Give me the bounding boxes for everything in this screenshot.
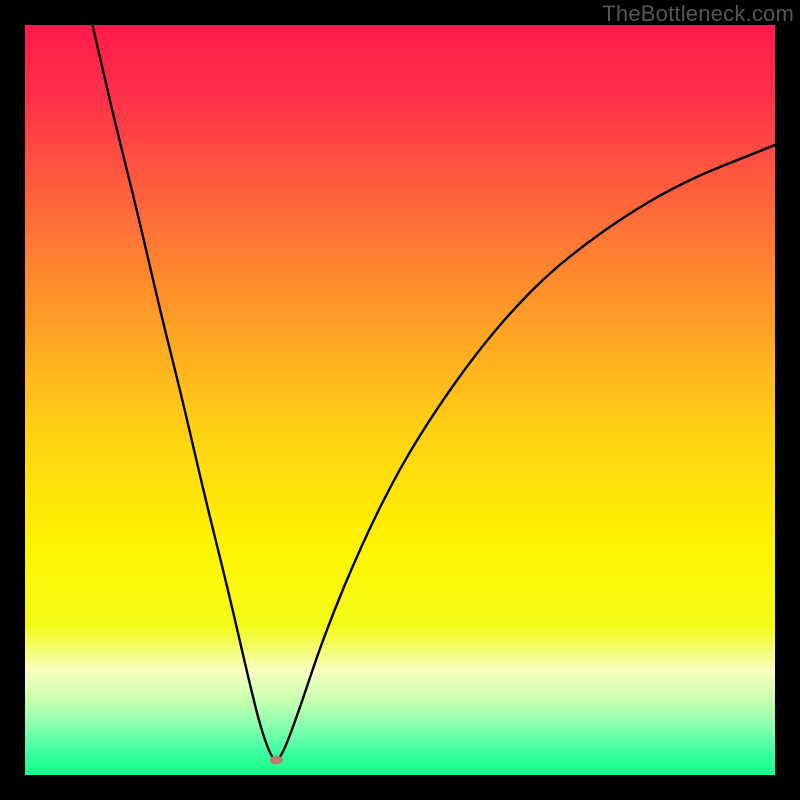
plot-area xyxy=(25,25,775,775)
optimal-marker xyxy=(270,756,283,765)
watermark-label: TheBottleneck.com xyxy=(602,1,794,27)
chart-frame: TheBottleneck.com xyxy=(0,0,800,800)
gradient-background xyxy=(25,25,775,775)
chart-svg xyxy=(25,25,775,775)
